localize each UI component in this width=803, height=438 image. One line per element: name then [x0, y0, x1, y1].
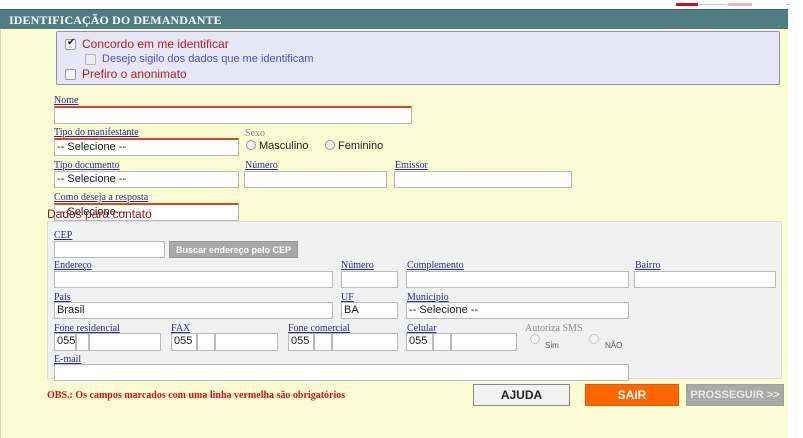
complemento-input[interactable] [406, 271, 629, 288]
fone-comercial-ddd[interactable] [314, 333, 332, 351]
pais-select[interactable]: Brasil [54, 302, 333, 319]
tipo-documento-label: Tipo documento [54, 160, 120, 171]
contact-panel: CEP Buscar endereço pelo CEP Endereço Nú… [47, 221, 782, 381]
top-strip [0, 0, 803, 9]
complemento-label: Complemento [407, 260, 464, 271]
fone-residencial-ddd[interactable] [76, 333, 89, 351]
sms-label: Autoriza SMS [525, 323, 583, 334]
top-marker [787, 4, 790, 5]
nome-label: Nome [54, 95, 79, 106]
secrecy-checkbox[interactable] [85, 53, 96, 65]
agree-row[interactable]: Concordo em me identificar [65, 37, 229, 51]
exit-button[interactable]: SAIR [585, 384, 679, 406]
buscar-cep-button[interactable]: Buscar endereço pelo CEP [169, 241, 298, 258]
sms-nao-radio[interactable] [589, 334, 599, 344]
municipio-select[interactable]: -- Selecione -- [406, 302, 629, 319]
cep-input[interactable] [54, 241, 165, 258]
secrecy-row[interactable]: Desejo sigilo dos dados que me identific… [85, 53, 314, 65]
bairro-label: Bairro [635, 260, 661, 271]
sms-nao-option[interactable] [589, 334, 602, 345]
fone-residencial-number[interactable] [89, 333, 161, 351]
section-header: IDENTIFICAÇÃO DO DEMANDANTE [0, 9, 788, 29]
numero-documento-input[interactable] [244, 171, 387, 188]
section-header-title: IDENTIFICAÇÃO DO DEMANDANTE [9, 13, 222, 27]
fax-number[interactable] [215, 333, 278, 351]
agree-checkbox[interactable] [65, 37, 76, 50]
sexo-feminino-radio[interactable] [325, 140, 335, 150]
sexo-masculino-option[interactable]: Masculino [246, 140, 309, 152]
tipo-manifestante-select[interactable]: -- Selecione -- [54, 138, 239, 156]
sms-sim-radio[interactable] [530, 334, 540, 344]
identification-box: Concordo em me identificar Desejo sigilo… [56, 31, 780, 85]
cep-label: CEP [54, 230, 73, 241]
sexo-masculino-label: Masculino [259, 140, 309, 152]
sms-sim-label: Sim [545, 341, 559, 350]
celular-ddi[interactable]: 055 [406, 333, 433, 351]
nome-input[interactable] [54, 106, 412, 124]
endereco-label: Endereço [54, 260, 92, 271]
secrecy-label: Desejo sigilo dos dados que me identific… [102, 53, 314, 65]
anonymous-row[interactable]: Prefiro o anonimato [65, 67, 187, 81]
fax-ddd[interactable] [197, 333, 215, 351]
fone-comercial-number[interactable] [332, 333, 398, 351]
numero-endereco-label: Número [341, 260, 374, 271]
celular-number[interactable] [451, 333, 517, 351]
endereco-input[interactable] [54, 271, 333, 288]
agree-label: Concordo em me identificar [82, 37, 229, 51]
required-fields-note: OBS.: Os campos marcados com uma linha v… [47, 390, 346, 401]
fax-ddi[interactable]: 055 [171, 333, 197, 351]
sms-sim-option[interactable] [530, 334, 543, 345]
email-input[interactable] [54, 364, 629, 381]
uf-select[interactable]: BA [341, 302, 398, 319]
sexo-masculino-radio[interactable] [246, 140, 256, 150]
tipo-documento-select[interactable]: -- Selecione -- [54, 171, 239, 188]
emissor-input[interactable] [394, 171, 572, 188]
sexo-label: Sexo [245, 128, 265, 139]
page-scrollbar-area [788, 9, 803, 438]
proceed-button[interactable]: PROSSEGUIR >> [686, 384, 784, 406]
numero-endereco-input[interactable] [341, 271, 398, 288]
tipo-manifestante-label: Tipo do manifestante [54, 127, 139, 138]
help-button[interactable]: AJUDA [473, 384, 570, 406]
top-marker [676, 3, 698, 6]
top-marker [728, 3, 752, 6]
sexo-feminino-option[interactable]: Feminino [325, 140, 383, 152]
celular-ddd[interactable] [433, 333, 451, 351]
emissor-label: Emissor [395, 160, 428, 171]
top-marker [699, 4, 727, 5]
numero-documento-label: Número [245, 160, 278, 171]
bairro-input[interactable] [634, 271, 776, 288]
sms-nao-label: NÃO [605, 341, 623, 350]
resposta-label: Como deseja a resposta [54, 192, 149, 203]
contact-section-title: Dados para contato [47, 207, 152, 221]
sexo-feminino-label: Feminino [338, 140, 384, 152]
fone-comercial-ddi[interactable]: 055 [288, 333, 314, 351]
fone-residencial-ddi[interactable]: 055 [54, 333, 76, 351]
anonymous-checkbox[interactable] [65, 68, 76, 80]
anonymous-label: Prefiro o anonimato [82, 67, 187, 81]
